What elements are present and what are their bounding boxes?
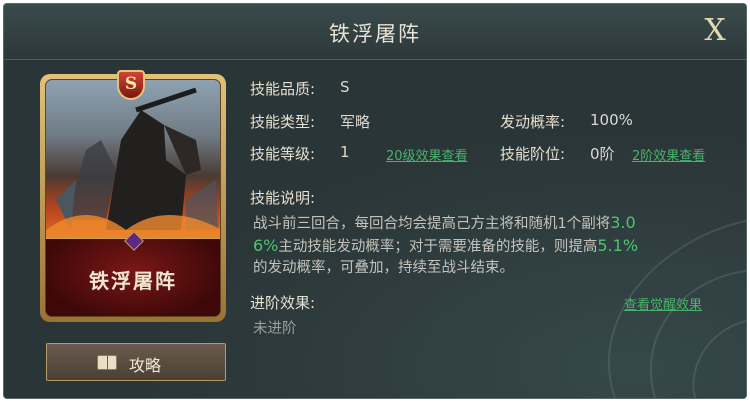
skill-card-name: 铁浮屠阵 xyxy=(89,269,177,293)
advance-value: 未进阶 xyxy=(253,321,297,337)
type-label: 技能类型: xyxy=(250,113,316,131)
awaken-effect-link[interactable]: 查看觉醒效果 xyxy=(624,294,702,313)
description-label: 技能说明: xyxy=(250,189,316,207)
advance-label: 进阶效果: xyxy=(250,294,316,312)
description-highlight-1b: 6% xyxy=(253,236,279,255)
guide-button[interactable]: 攻略 xyxy=(46,343,226,381)
rate-label: 发动概率: xyxy=(500,113,566,131)
title-bar: 铁浮屠阵 X xyxy=(4,4,746,60)
type-value: 军略 xyxy=(340,113,371,131)
level-value: 1 xyxy=(340,143,350,161)
rank-badge-icon: S xyxy=(117,70,145,100)
stage-effect-link[interactable]: 2阶效果查看 xyxy=(632,145,705,164)
quality-label: 技能品质: xyxy=(250,80,316,98)
panel-title: 铁浮屠阵 xyxy=(329,22,421,46)
book-icon xyxy=(97,355,117,370)
cavalry-illustration xyxy=(46,87,220,240)
description-text-1: 战斗前三回合，每回合均会提高己方主将和随机1个副将 xyxy=(253,216,611,232)
description-text-3: 的发动概率，可叠加，持续至战斗结束。 xyxy=(253,260,514,276)
stage-value: 0阶 xyxy=(590,145,615,163)
quality-value: S xyxy=(340,78,350,96)
skill-description: 战斗前三回合，每回合均会提高己方主将和随机1个副将3.0 6%主动技能发动概率；… xyxy=(253,212,723,279)
description-highlight-1: 3.0 xyxy=(610,213,636,232)
description-highlight-2: 5.1% xyxy=(597,236,639,255)
skill-card: 铁浮屠阵 xyxy=(40,74,226,322)
guide-button-label: 攻略 xyxy=(129,356,162,375)
stage-label: 技能阶位: xyxy=(500,145,566,163)
close-button[interactable]: X xyxy=(698,14,732,48)
skill-card-inner: 铁浮屠阵 xyxy=(45,79,221,317)
skill-card-art xyxy=(46,80,220,240)
level-label: 技能等级: xyxy=(250,145,316,163)
level-effect-link[interactable]: 20级效果查看 xyxy=(386,145,468,164)
rate-value: 100% xyxy=(590,111,633,129)
skill-detail-panel: 铁浮屠阵 X 铁浮屠阵 S 攻略 技能品质: S 技能类型: 军略 发动概率: … xyxy=(3,3,747,399)
description-text-2: 主动技能发动概率；对于需要准备的技能，则提高 xyxy=(278,239,598,255)
